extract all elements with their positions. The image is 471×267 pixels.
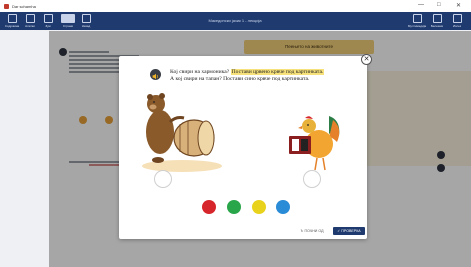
color-choice-green[interactable] <box>227 200 241 214</box>
toolbar-exit-button[interactable]: Излез <box>448 14 466 28</box>
toolbar-zoom-button[interactable]: Зум <box>40 14 56 28</box>
toolbar-label: Страни <box>62 24 74 28</box>
exit-icon <box>452 14 462 23</box>
toolbar-pages-button[interactable]: Страни <box>58 14 78 28</box>
zoom-icon <box>43 14 53 23</box>
maximize-button[interactable]: □ <box>437 2 441 8</box>
question-highlighted-instruction: Постави црвено крвче под картинката. <box>230 69 325 75</box>
toolbar-label: Алатки <box>25 24 35 28</box>
color-choice-red[interactable] <box>202 200 216 214</box>
toolbar-label: Белешки <box>430 24 444 28</box>
toolbar-label: Зум <box>45 24 51 28</box>
speaker-icon <box>152 73 158 80</box>
toolbar-label: Назад <box>81 24 91 28</box>
toolbar-contents-button[interactable]: Содржина <box>4 14 20 28</box>
toolbar-label: Содржина <box>4 24 20 28</box>
window-title: Dar schamha <box>12 3 36 9</box>
bear-with-drum-illustration <box>142 93 222 172</box>
question-line-1: Кој свири на хармоника? Постави црвено к… <box>170 69 325 75</box>
toolbar: Содржина Алатки Зум Страни Назад Македон… <box>0 12 471 30</box>
grid-icon <box>7 14 17 23</box>
app-icon <box>4 3 9 9</box>
drop-target-bear[interactable] <box>154 170 172 188</box>
toolbar-lesson-title: Македонски јазик 1 - лекција <box>208 18 262 23</box>
restart-button[interactable]: ↻ ПОЧНИ ОД <box>296 227 328 235</box>
audio-speaker-button[interactable] <box>150 69 161 80</box>
color-choice-blue[interactable] <box>276 200 290 214</box>
toolbar-label: Излез <box>452 24 462 28</box>
toolbar-notes-button[interactable]: Белешки <box>428 14 446 28</box>
check-button[interactable]: ✓ ПРОВЕРКА <box>333 227 365 235</box>
toolbar-back-button[interactable]: Назад <box>78 14 94 28</box>
toolbar-label: Мултимедија <box>407 24 427 28</box>
color-choice-yellow[interactable] <box>252 200 266 214</box>
tools-icon <box>25 14 35 23</box>
toolbar-tools-button[interactable]: Алатки <box>22 14 38 28</box>
close-modal-button[interactable]: ✕ <box>361 54 372 65</box>
drop-target-rooster[interactable] <box>303 170 321 188</box>
close-window-button[interactable]: ✕ <box>456 2 461 9</box>
toolbar-media-button[interactable]: Мултимедија <box>406 14 428 28</box>
media-icon <box>412 14 422 23</box>
minimize-button[interactable]: — <box>418 2 424 8</box>
notes-icon <box>432 14 442 23</box>
left-gutter <box>0 31 49 267</box>
arrow-icon <box>81 14 91 23</box>
pages-icon <box>61 14 75 23</box>
question-line-2: А кој свири на тапан? Постави сино крвче… <box>170 76 310 82</box>
question-text: Кој свири на хармоника? <box>170 69 231 75</box>
